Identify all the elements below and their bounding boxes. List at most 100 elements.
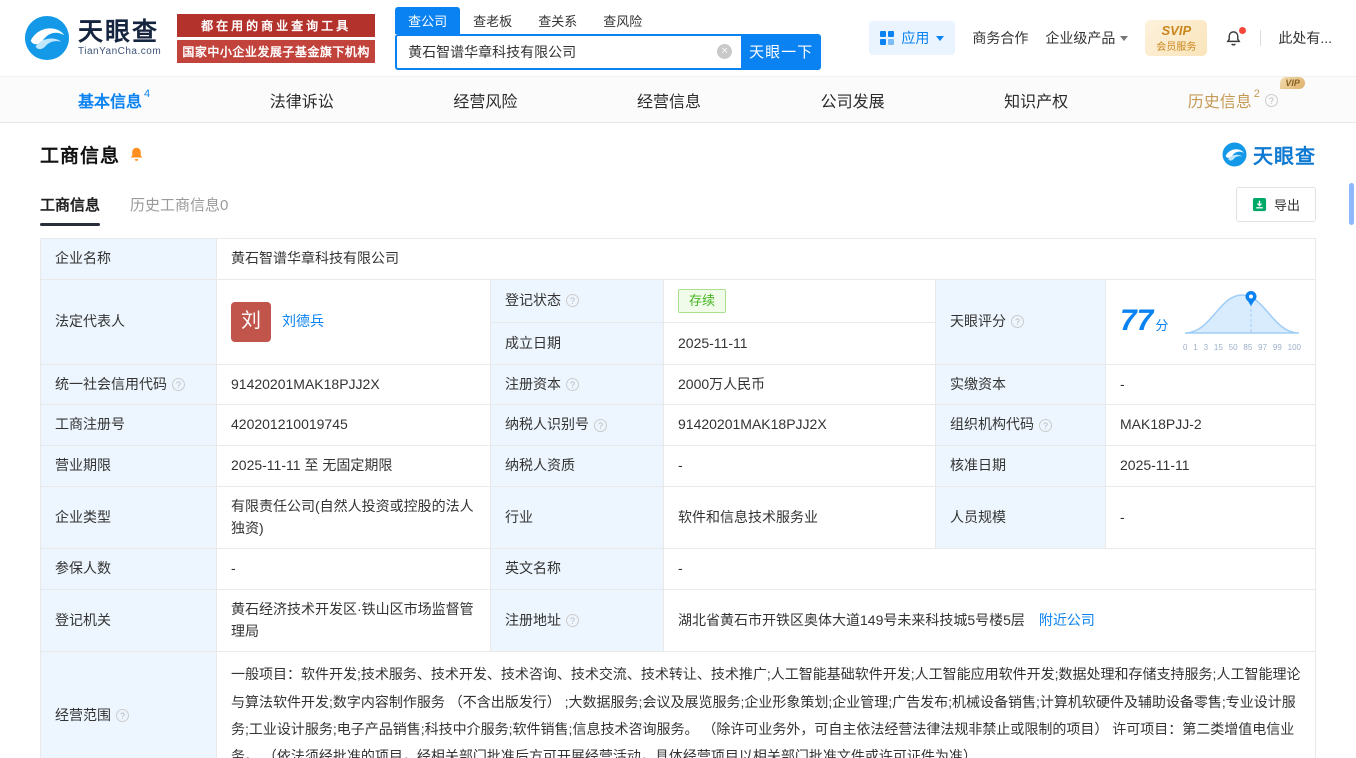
nearby-companies-link[interactable]: 附近公司 bbox=[1039, 612, 1095, 628]
slogan-line-2: 国家中小企业发展子基金旗下机构 bbox=[177, 39, 376, 63]
taxpayer-quality-value: - bbox=[663, 445, 936, 487]
user-menu[interactable]: 此处有... bbox=[1278, 28, 1332, 48]
credit-code-label: 统一社会信用代码 bbox=[40, 363, 217, 406]
nav-tab-basic-info[interactable]: 基本信息 4 bbox=[78, 88, 150, 112]
enterprise-label: 企业级产品 bbox=[1045, 30, 1116, 46]
slogan-line-1: 都在用的商业查询工具 bbox=[177, 13, 376, 37]
notification-bell[interactable] bbox=[1224, 26, 1247, 48]
menu-business-cooperation[interactable]: 商务合作 bbox=[972, 28, 1028, 48]
monitor-bell-icon[interactable] bbox=[128, 146, 145, 163]
org-code-label: 组织机构代码 bbox=[935, 404, 1106, 447]
address-label: 注册地址 bbox=[490, 588, 664, 653]
subtab-history-business-info[interactable]: 历史工商信息0 bbox=[130, 194, 228, 226]
watermark-text: 天眼查 bbox=[1253, 146, 1316, 168]
legal-rep-value: 刘 刘德兵 bbox=[216, 278, 491, 365]
help-icon[interactable] bbox=[566, 378, 579, 392]
table-row: 工商注册号 420201210019745 纳税人识别号 91420201MAK… bbox=[40, 404, 1316, 447]
taxpayer-id-label: 纳税人识别号 bbox=[490, 404, 664, 447]
business-scope-value: 一般项目：软件开发;技术服务、技术开发、技术咨询、技术交流、技术转让、技术推广;… bbox=[216, 651, 1316, 758]
site-logo[interactable]: 天眼查 TianYanCha.com bbox=[24, 15, 161, 61]
reg-status-label: 登记状态 bbox=[490, 278, 664, 324]
insured-label: 参保人数 bbox=[40, 548, 217, 590]
score-label: 天眼评分 bbox=[935, 278, 1106, 365]
basic-info-count: 4 bbox=[144, 88, 151, 101]
search-tab-company[interactable]: 查公司 bbox=[395, 6, 461, 34]
apps-menu[interactable]: 应用 bbox=[869, 21, 956, 55]
table-row: 参保人数 - 英文名称 - bbox=[40, 548, 1316, 590]
reg-authority-value: 黄石经济技术开发区·铁山区市场监督管理局 bbox=[216, 588, 491, 653]
approve-date-value: 2025-11-11 bbox=[1105, 445, 1316, 487]
reg-capital-value: 2000万人民币 bbox=[663, 363, 936, 406]
top-header: 天眼查 TianYanCha.com 都在用的商业查询工具 国家中小企业发展子基… bbox=[0, 0, 1356, 76]
search-button[interactable]: 天眼一下 bbox=[741, 33, 822, 70]
search-tab-relation[interactable]: 查关系 bbox=[525, 7, 590, 34]
reg-number-label: 工商注册号 bbox=[40, 404, 217, 447]
reg-status-value: 存续 bbox=[663, 278, 936, 324]
table-row: 营业期限 2025-11-11 至 无固定期限 纳税人资质 - 核准日期 202… bbox=[40, 445, 1316, 487]
export-button[interactable]: 导出 bbox=[1235, 187, 1316, 222]
svip-sublabel: 会员服务 bbox=[1156, 42, 1197, 54]
staff-size-value: - bbox=[1105, 485, 1316, 550]
grid-icon bbox=[880, 31, 895, 45]
scrollbar-thumb[interactable] bbox=[1349, 183, 1354, 225]
table-row: 统一社会信用代码 91420201MAK18PJJ2X 注册资本 2000万人民… bbox=[40, 363, 1316, 406]
legal-rep-link[interactable]: 刘德兵 bbox=[282, 311, 324, 333]
chevron-down-icon bbox=[936, 35, 945, 41]
staff-size-label: 人员规模 bbox=[935, 485, 1106, 550]
notification-dot bbox=[1239, 26, 1247, 34]
subtab-business-info[interactable]: 工商信息 bbox=[40, 194, 101, 226]
search-input[interactable] bbox=[397, 43, 742, 60]
status-badge: 存续 bbox=[678, 289, 727, 313]
help-icon[interactable] bbox=[172, 378, 185, 392]
nav-tab-history-info[interactable]: VIP 历史信息 2 bbox=[1188, 76, 1305, 112]
reg-authority-label: 登记机关 bbox=[40, 588, 217, 653]
insured-value: - bbox=[216, 548, 491, 590]
table-row: 法定代表人 刘 刘德兵 登记状态 存续 天眼评分 77分 bbox=[40, 278, 1316, 365]
search-tab-risk[interactable]: 查风险 bbox=[590, 7, 655, 34]
english-name-value: - bbox=[663, 548, 1316, 590]
score-unit: 分 bbox=[1155, 318, 1169, 334]
logo-title: 天眼查 bbox=[78, 17, 160, 46]
chevron-down-icon bbox=[1120, 35, 1129, 41]
address-value: 湖北省黄石市开铁区奥体大道149号未来科技城5号楼5层 附近公司 bbox=[663, 588, 1316, 653]
score-number: 77 bbox=[1120, 304, 1154, 338]
export-label: 导出 bbox=[1273, 198, 1300, 213]
table-row: 经营范围 一般项目：软件开发;技术服务、技术开发、技术咨询、技术交流、技术转让、… bbox=[40, 651, 1316, 758]
paid-capital-label: 实缴资本 bbox=[935, 363, 1106, 406]
search-block: 查公司 查老板 查关系 查风险 天眼一下 bbox=[395, 6, 822, 70]
help-icon[interactable] bbox=[1011, 315, 1024, 329]
nav-tab-operating-risk[interactable]: 经营风险 bbox=[453, 88, 517, 112]
detail-nav: 基本信息 4 法律诉讼 经营风险 经营信息 公司发展 知识产权 VIP 历史信息 2 bbox=[0, 76, 1356, 123]
nav-tab-intellectual-property[interactable]: 知识产权 bbox=[1004, 88, 1068, 112]
help-icon[interactable] bbox=[566, 614, 579, 628]
search-input-wrap bbox=[395, 33, 742, 70]
legal-rep-avatar[interactable]: 刘 bbox=[231, 301, 271, 342]
reg-number-value: 420201210019745 bbox=[216, 404, 491, 447]
business-term-value: 2025-11-11 至 无固定期限 bbox=[216, 445, 491, 487]
help-icon[interactable] bbox=[1039, 418, 1052, 432]
help-icon[interactable] bbox=[116, 709, 129, 723]
apps-label: 应用 bbox=[901, 30, 930, 46]
english-name-label: 英文名称 bbox=[490, 548, 664, 590]
menu-enterprise-products[interactable]: 企业级产品 bbox=[1045, 28, 1129, 48]
main-content: 工商信息 天眼查 工商信息 历史工商信息0 导出 企业名称 黄石智谱华章科技有限… bbox=[0, 140, 1356, 758]
svip-label: SVIP bbox=[1161, 22, 1192, 38]
help-icon[interactable] bbox=[566, 294, 579, 308]
taxpayer-id-value: 91420201MAK18PJJ2X bbox=[663, 404, 936, 447]
header-menu: 应用 商务合作 企业级产品 SVIP 会员服务 此处有... bbox=[869, 19, 1332, 57]
nav-tab-company-development[interactable]: 公司发展 bbox=[821, 88, 885, 112]
svip-membership[interactable]: SVIP 会员服务 bbox=[1145, 19, 1208, 57]
paid-capital-value: - bbox=[1105, 363, 1316, 406]
help-icon[interactable] bbox=[594, 418, 607, 432]
table-row: 企业名称 黄石智谱华章科技有限公司 bbox=[40, 238, 1316, 280]
history-info-count: 2 bbox=[1253, 88, 1260, 101]
search-tab-boss[interactable]: 查老板 bbox=[460, 7, 525, 34]
tianyancha-watermark: 天眼查 bbox=[1222, 140, 1316, 169]
bell-curve-icon bbox=[1184, 290, 1300, 334]
score-axis: 0 1 3 15 50 85 97 99 100 bbox=[1183, 343, 1301, 353]
nav-tab-operating-info[interactable]: 经营信息 bbox=[637, 88, 701, 112]
company-name-value: 黄石智谱华章科技有限公司 bbox=[216, 238, 1316, 280]
help-icon[interactable] bbox=[1264, 93, 1278, 107]
score-distribution-chart: 0 1 3 15 50 85 97 99 100 bbox=[1183, 289, 1301, 355]
nav-tab-legal-proceedings[interactable]: 法律诉讼 bbox=[270, 88, 334, 112]
